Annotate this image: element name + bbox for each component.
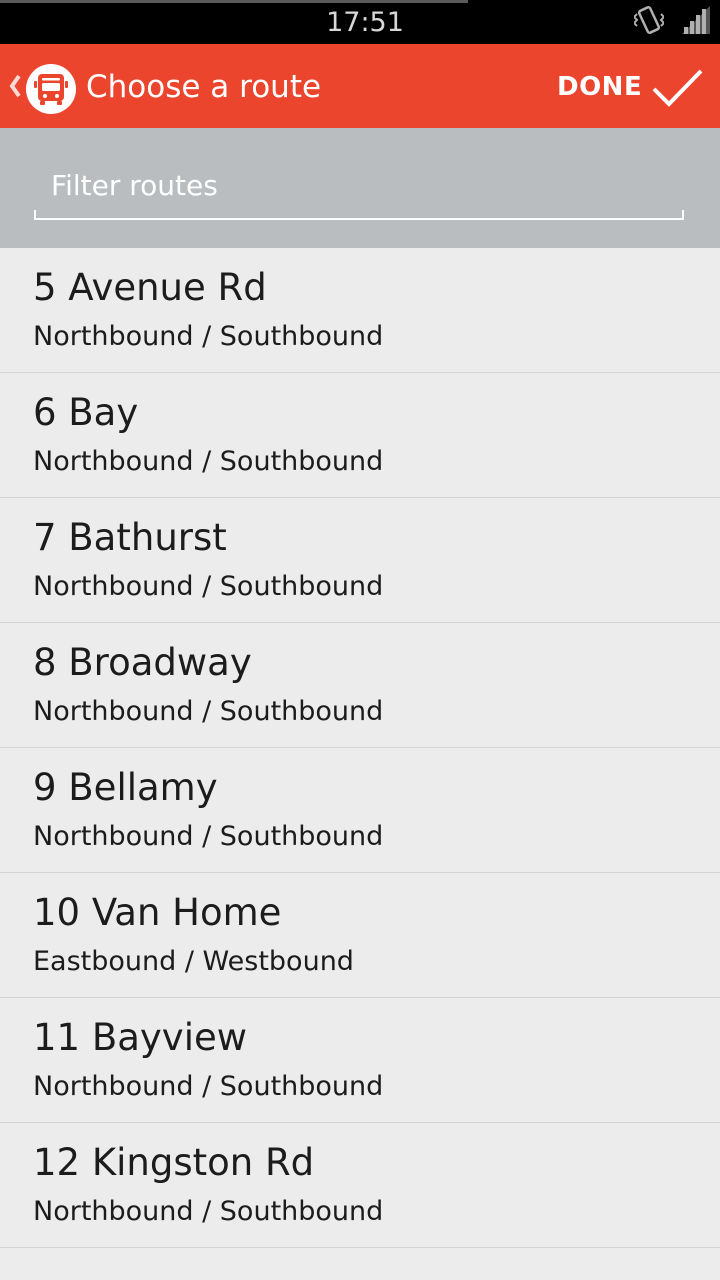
route-list-item[interactable]: 6 Bay Northbound / Southbound xyxy=(0,373,720,498)
route-name: 10 Van Home xyxy=(33,891,282,934)
route-directions: Eastbound / Westbound xyxy=(33,946,354,977)
check-icon xyxy=(652,69,703,107)
route-list-item[interactable]: 10 Van Home Eastbound / Westbound xyxy=(0,873,720,998)
route-list-item[interactable]: 9 Bellamy Northbound / Southbound xyxy=(0,748,720,873)
bus-icon[interactable] xyxy=(26,64,76,114)
route-list-item[interactable]: 7 Bathurst Northbound / Southbound xyxy=(0,498,720,623)
route-directions: Northbound / Southbound xyxy=(33,1071,384,1102)
route-name: 11 Bayview xyxy=(33,1016,247,1059)
done-button[interactable]: DONE xyxy=(540,44,720,128)
route-name: 8 Broadway xyxy=(33,641,252,684)
route-list-item[interactable]: 8 Broadway Northbound / Southbound xyxy=(0,623,720,748)
route-list-item[interactable]: 5 Avenue Rd Northbound / Southbound xyxy=(0,248,720,373)
route-name: 7 Bathurst xyxy=(33,516,227,559)
route-directions: Northbound / Southbound xyxy=(33,571,384,602)
page-title: Choose a route xyxy=(86,69,322,105)
chevron-left-icon[interactable] xyxy=(6,72,24,100)
vibrate-icon xyxy=(632,4,666,40)
filter-routes-input[interactable] xyxy=(34,158,684,212)
route-list-item[interactable]: 11 Bayview Northbound / Southbound xyxy=(0,998,720,1123)
filter-underline xyxy=(34,210,684,220)
filter-panel xyxy=(0,128,720,248)
route-directions: Northbound / Southbound xyxy=(33,821,384,852)
route-name: 5 Avenue Rd xyxy=(33,266,267,309)
action-bar: Choose a route DONE xyxy=(0,44,720,128)
route-name: 12 Kingston Rd xyxy=(33,1141,315,1184)
route-name: 6 Bay xyxy=(33,391,139,434)
route-name: 9 Bellamy xyxy=(33,766,218,809)
route-list: 5 Avenue Rd Northbound / Southbound 6 Ba… xyxy=(0,248,720,1248)
route-directions: Northbound / Southbound xyxy=(33,696,384,727)
status-time: 17:51 xyxy=(326,7,404,38)
route-directions: Northbound / Southbound xyxy=(33,446,384,477)
done-label: DONE xyxy=(557,72,643,102)
status-bar: 17:51 xyxy=(0,0,720,44)
route-list-item[interactable]: 12 Kingston Rd Northbound / Southbound xyxy=(0,1123,720,1248)
route-directions: Northbound / Southbound xyxy=(33,1196,384,1227)
signal-icon xyxy=(682,6,710,38)
status-icons xyxy=(632,4,710,40)
route-directions: Northbound / Southbound xyxy=(33,321,384,352)
